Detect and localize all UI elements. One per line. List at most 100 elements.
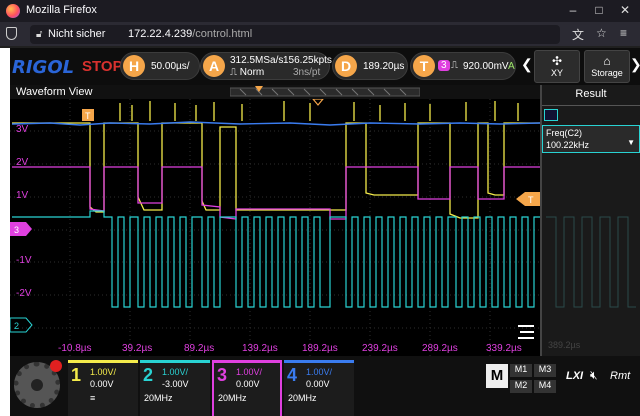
channel-4-box[interactable]: 4 1.00V/ 0.00V 20MHz [284,360,354,416]
result-ghost-trace [546,216,636,308]
channel-number: 2 [143,365,154,385]
rigol-logo: RIGOL [12,57,75,78]
scope-top-bar: RIGOL STOP H 50.00µs/ A 312.5MSa/s 156.2… [10,48,640,85]
ch2-ground-marker[interactable]: 2 [10,317,33,333]
memory-depth: 156.25kpts [283,55,332,66]
chevron-right-icon[interactable]: ❯ [630,56,640,73]
waveform-view-bar: Waveform View [10,85,540,99]
url-bar[interactable]: 🔓︎ Nicht sicher 172.22.4.239/control.htm… [30,25,560,44]
navigation-bar: 🔓︎ Nicht sicher 172.22.4.239/control.htm… [0,22,640,46]
x-tick-label: 189.2µs [302,343,338,354]
measure-label: Freq(C2) [546,128,583,138]
url-text[interactable]: 172.22.4.239/control.html [128,28,252,40]
channel-number: 4 [287,365,298,385]
trigger-letter: T [413,55,435,77]
x-tick-label: 239.2µs [362,343,398,354]
menu-icon[interactable]: ≡ [620,26,627,40]
x-tick-label: 89.2µs [184,343,214,354]
acquire-mode: ⎍ Norm [230,67,265,78]
shield-icon[interactable] [6,27,17,40]
result-item-freq[interactable]: Freq(C2) 100.22kHz ▼ [542,125,640,153]
delay-letter: D [335,55,357,77]
channel-menu-icon: ≡ [90,393,96,403]
horizontal-letter: H [123,55,145,77]
timebase-value: 50.00µs/ [151,61,190,72]
trigger-control[interactable]: T 3 ⎍ 920.00mV A [410,52,516,80]
time-resolution: 3ns/pt [293,67,321,78]
ch3-marker-label: 3 [14,225,19,235]
acquire-letter: A [203,55,225,77]
trigger-marker-label: T [85,111,91,121]
scope-display: RIGOL STOP H 50.00µs/ A 312.5MSa/s 156.2… [10,48,640,416]
channel-bandwidth: 20MHz [218,393,247,403]
trigger-level: 920.00mV [463,61,509,72]
trigger-coupling: A [508,61,515,72]
trigger-edge-icon: ⎍ [451,60,458,71]
y-tick-label: -2V [16,288,32,299]
y-tick-label: 3V [16,124,29,135]
trigger-level-marker-label: T [528,195,534,205]
ch3-ground-marker[interactable]: 3 [10,222,32,236]
channel-offset: 0.00V [90,379,114,389]
math-menu-button[interactable]: M [486,364,508,388]
m1-button[interactable]: M1 [510,364,532,377]
horizontal-control[interactable]: H 50.00µs/ [120,52,200,80]
acquire-mode-label: Norm [239,67,265,78]
run-stop-status[interactable]: STOP [82,58,123,75]
remote-indicator: Rmt [610,370,631,382]
measure-icon [544,109,558,121]
bookmark-star-icon[interactable]: ☆ [596,26,607,40]
trigger-position-marker[interactable]: T [82,109,94,121]
x-tick-label: 289.2µs [422,343,458,354]
ghost-x-label: 389.2µs [548,340,581,350]
storage-icon: ⌂ [603,54,611,68]
channel-number: 1 [71,365,82,385]
m4-button[interactable]: M4 [534,380,556,393]
url-host: 172.22.4.239 [128,28,193,40]
gear-center [31,379,43,391]
xy-button[interactable]: ✣ XY [534,50,580,83]
channel-3-box[interactable]: 3 1.00V/ 0.00V 20MHz [212,360,282,416]
lxi-logo: LXI [566,370,584,382]
channel-offset: 0.00V [236,379,260,389]
x-tick-label: -10.8µs [58,343,92,354]
y-tick-label: -1V [16,255,32,266]
channel-scale: 1.00V/ [236,367,263,377]
m2-button[interactable]: M2 [510,380,532,393]
minimize-icon[interactable]: – [566,3,580,17]
storage-label: Storage [591,68,623,78]
window-title: Mozilla Firefox [26,4,97,16]
maximize-icon[interactable]: □ [592,3,606,17]
close-icon[interactable]: ✕ [618,3,632,17]
channel-offset: 0.00V [306,379,330,389]
blue-trace [11,121,540,126]
chevron-left-icon[interactable]: ❮ [521,56,533,73]
insecure-lock-icon[interactable]: 🔓︎ [36,29,42,40]
not-secure-label[interactable]: Nicht sicher [48,28,105,40]
measure-value: 100.22kHz [546,140,590,150]
delay-value: 189.20µs [363,61,405,72]
title-bar: Mozilla Firefox – □ ✕ [0,0,640,22]
speaker-mute-icon[interactable]: 🔇︎ [590,368,598,383]
xy-label: XY [550,68,563,78]
channel-1-box[interactable]: 1 1.00V/ 0.00V ≡ [68,360,138,416]
memory-overview-strip[interactable] [230,85,420,99]
trigger-level-marker[interactable]: T [516,192,540,206]
y-tick-label: 2V [16,157,29,168]
m3-button[interactable]: M3 [534,364,556,377]
x-tick-label: 339.2µs [486,343,522,354]
x-tick-label: 39.2µs [122,343,152,354]
channel-2-box[interactable]: 2 1.00V/ -3.00V 20MHz [140,360,210,416]
acquire-control[interactable]: A 312.5MSa/s 156.25kpts ⎍ Norm 3ns/pt [200,52,332,80]
delay-marker-icon [312,99,324,106]
channel-bandwidth: 20MHz [144,393,173,403]
storage-button[interactable]: ⌂ Storage [584,50,630,83]
x-tick-label: 139.2µs [242,343,278,354]
notification-badge [50,360,62,372]
channel-bandwidth: 20MHz [288,393,317,403]
delay-control[interactable]: D 189.20µs [332,52,408,80]
channel-scale: 1.00V/ [90,367,117,377]
cyan-trace [12,210,540,308]
waveform-plot[interactable]: 3V 2V 1V -1V -2V -10.8µs 39.2µs 89.2µs 1… [10,99,540,357]
translate-icon[interactable]: 文 [572,26,584,43]
